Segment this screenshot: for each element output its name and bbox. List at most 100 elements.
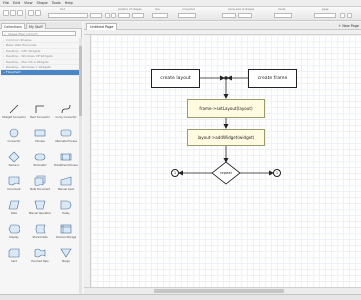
toolbar: font position of shapes line connector s… bbox=[0, 7, 361, 21]
canvas-horizontal-scrollbar[interactable] bbox=[84, 287, 361, 294]
shape-search-input[interactable]: ⌕ Shape filter (Ctrl+F) bbox=[2, 31, 76, 36]
decision-icon bbox=[8, 151, 20, 163]
merge-icon bbox=[60, 248, 72, 258]
toolbar-label-page: page bbox=[322, 8, 329, 11]
width-field[interactable] bbox=[222, 13, 236, 18]
shape-internal-storage[interactable]: Internal Storage bbox=[54, 222, 78, 246]
document-tab-bar: Untitled Page + New Page bbox=[84, 22, 361, 30]
drawing-canvas[interactable] bbox=[91, 35, 361, 287]
shape-stored-data[interactable]: Stored Data bbox=[28, 222, 52, 246]
panel-scrollbar-thumb[interactable] bbox=[79, 46, 82, 116]
canvas-scrollbar-thumb[interactable] bbox=[154, 289, 284, 293]
shape-curvy-connector[interactable]: Curvy Connector bbox=[54, 102, 78, 126]
zoom-in-icon[interactable] bbox=[340, 13, 345, 18]
y-field[interactable] bbox=[132, 13, 144, 18]
panel-tabs: Collections My Stuff bbox=[0, 22, 82, 29]
menu-edit[interactable]: Edit bbox=[13, 1, 20, 5]
font-select[interactable] bbox=[48, 13, 88, 18]
shape-terminator[interactable]: Terminator bbox=[28, 150, 52, 174]
line-style-select[interactable] bbox=[152, 13, 168, 18]
data-icon bbox=[8, 200, 20, 210]
italic-icon[interactable] bbox=[111, 13, 116, 18]
shape-process[interactable]: Process bbox=[28, 126, 52, 150]
shape-document[interactable]: Document bbox=[2, 174, 26, 198]
connector-icon bbox=[9, 128, 19, 138]
new-page-button[interactable]: + New Page bbox=[338, 23, 359, 30]
shape-manual-input[interactable]: Manual Input bbox=[54, 174, 78, 198]
shape-delay[interactable]: Delay bbox=[54, 198, 78, 222]
menu-bar: File Edit View Shape Tools Help bbox=[0, 0, 361, 7]
shape-connector[interactable]: Connector bbox=[2, 126, 26, 150]
internal-storage-icon bbox=[60, 224, 72, 234]
toolbar-label-position: position of shapes bbox=[118, 8, 142, 11]
page-select[interactable] bbox=[314, 13, 336, 18]
shape-manual-operation[interactable]: Manual Operation bbox=[28, 198, 52, 222]
tab-collections[interactable]: Collections bbox=[1, 23, 26, 29]
connector-style-select[interactable] bbox=[178, 13, 196, 18]
ruler-vertical bbox=[84, 35, 91, 287]
height-field[interactable] bbox=[238, 13, 252, 18]
shape-alternate-process[interactable]: Alternate Process bbox=[54, 126, 78, 150]
node-add-widget[interactable]: layout->addWidget(widget) bbox=[187, 129, 265, 146]
toolbar-label-mode: mode bbox=[278, 8, 286, 11]
terminator-icon bbox=[34, 153, 46, 161]
zoom-out-icon[interactable] bbox=[347, 13, 352, 18]
shape-merge[interactable]: Merge bbox=[54, 246, 78, 270]
library-item-flowchart[interactable]: ⌄Flowchart bbox=[1, 70, 79, 76]
curvy-connector-icon bbox=[61, 104, 71, 114]
node-connector-right[interactable]: 1 bbox=[273, 169, 281, 177]
menu-tools[interactable]: Tools bbox=[52, 1, 61, 5]
alternate-process-icon bbox=[60, 129, 72, 137]
manual-operation-icon bbox=[34, 200, 46, 210]
shape-decision[interactable]: Decision bbox=[2, 150, 26, 174]
node-repeat-label: repeat bbox=[220, 171, 232, 175]
library-list: › Common Shapes › Basic Web Elements › Desk… bbox=[1, 38, 79, 76]
stored-data-icon bbox=[35, 224, 46, 234]
process-icon bbox=[34, 129, 46, 137]
toolbar-separator bbox=[25, 9, 26, 19]
status-bar bbox=[0, 294, 361, 300]
shape-punched-tape[interactable]: Punched Tape bbox=[28, 246, 52, 270]
menu-shape[interactable]: Shape bbox=[37, 1, 48, 5]
punched-tape-icon bbox=[34, 248, 46, 258]
panel-scrollbar[interactable] bbox=[79, 38, 82, 294]
node-connector-left[interactable]: 1 bbox=[171, 169, 179, 177]
menu-file[interactable]: File bbox=[3, 1, 9, 5]
node-create-layout[interactable]: create layout bbox=[151, 69, 200, 88]
search-placeholder: Shape filter (Ctrl+F) bbox=[8, 32, 39, 36]
manual-input-icon bbox=[60, 176, 72, 186]
display-icon bbox=[8, 224, 20, 234]
tab-untitled-page[interactable]: Untitled Page bbox=[86, 23, 118, 30]
predefined-process-icon bbox=[60, 153, 72, 161]
shape-display[interactable]: Display bbox=[2, 222, 26, 246]
undo-icon[interactable] bbox=[28, 10, 34, 16]
shape-bent-connector[interactable]: Bent Connector bbox=[28, 102, 52, 126]
shape-panel: Collections My Stuff ⌕ Shape filter (Ctr… bbox=[0, 22, 82, 294]
app-window: File Edit View Shape Tools Help font pos… bbox=[0, 0, 361, 300]
menu-help[interactable]: Help bbox=[65, 1, 73, 5]
font-size-select[interactable] bbox=[90, 13, 102, 18]
shape-data[interactable]: Data bbox=[2, 198, 26, 222]
menu-view[interactable]: View bbox=[24, 1, 33, 5]
shape-predefined-process[interactable]: Predefined Process bbox=[54, 150, 78, 174]
delay-icon bbox=[60, 200, 72, 210]
bold-icon[interactable] bbox=[105, 13, 110, 18]
multi-document-icon bbox=[34, 175, 46, 186]
toolbar-label-line: line bbox=[155, 8, 160, 11]
save-icon[interactable] bbox=[17, 10, 23, 16]
redo-icon[interactable] bbox=[35, 10, 41, 16]
tab-my-stuff[interactable]: My Stuff bbox=[26, 23, 46, 29]
shape-straight-connector[interactable]: Straight Connector bbox=[2, 102, 26, 126]
straight-connector-icon bbox=[9, 104, 19, 114]
x-field[interactable] bbox=[118, 13, 130, 18]
shape-multi-document[interactable]: Multi Document bbox=[28, 174, 52, 198]
bent-connector-icon bbox=[35, 105, 44, 113]
node-set-layout[interactable]: frame->setLayout(layout) bbox=[187, 99, 265, 118]
open-icon[interactable] bbox=[10, 10, 16, 16]
shape-card[interactable]: Card bbox=[2, 246, 26, 270]
new-icon[interactable] bbox=[3, 10, 9, 16]
mode-select[interactable] bbox=[274, 13, 292, 18]
document-icon bbox=[8, 176, 20, 186]
toolbar-label-same-size: same size of shapes bbox=[228, 8, 255, 11]
node-create-frame[interactable]: create frame bbox=[248, 69, 297, 88]
